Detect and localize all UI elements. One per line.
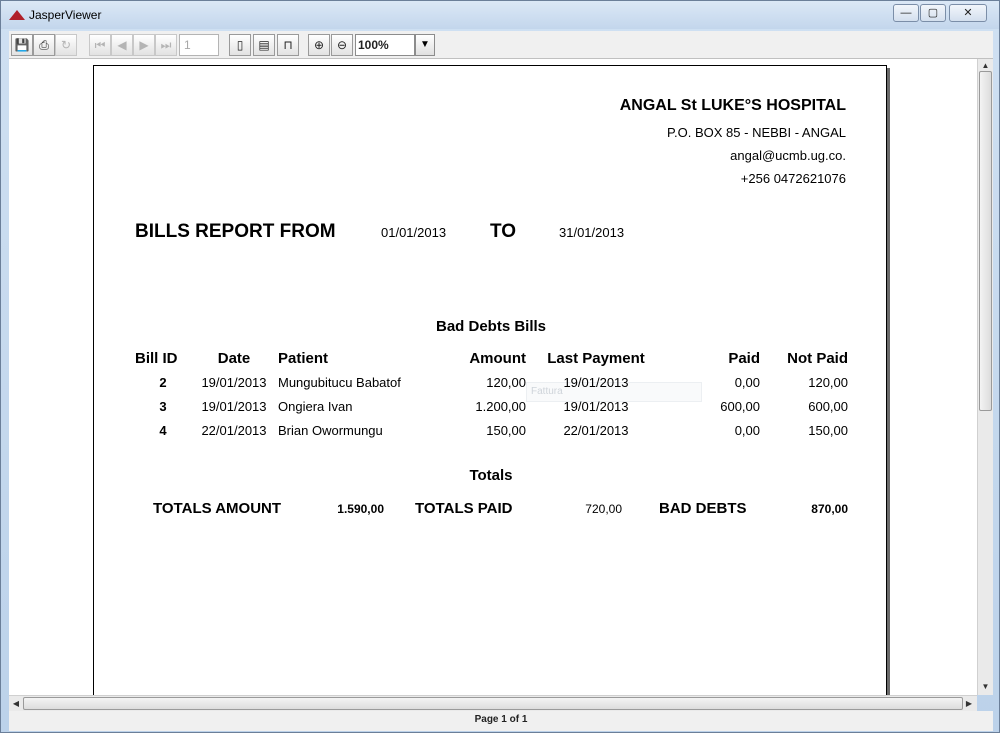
cell-not-paid: 150,00 — [808, 423, 848, 438]
fit-page-icon[interactable]: ▤ — [253, 34, 275, 56]
cell-amount: 1.200,00 — [475, 399, 526, 414]
cell-patient: Brian Owormungu — [278, 423, 383, 438]
page-status: Page 1 of 1 — [9, 711, 993, 731]
window-title: JasperViewer — [29, 8, 102, 22]
cell-paid: 600,00 — [720, 399, 760, 414]
totals-paid-value: 720,00 — [585, 502, 622, 516]
cell-bill-id: 2 — [159, 375, 167, 390]
horizontal-scroll-thumb[interactable] — [23, 697, 963, 710]
report-to-label: TO — [490, 221, 517, 242]
jasper-viewer-window: JasperViewer — ▢ ✕ 💾 ⎙ ↻ ⏮ ◀ ▶ ⏭ 1 ▯ ▤ ⊓… — [0, 0, 1000, 733]
cell-date: 19/01/2013 — [201, 375, 267, 390]
column-header-last-payment: Last Payment — [547, 350, 645, 367]
previous-page-icon[interactable]: ◀ — [111, 34, 133, 56]
print-icon[interactable]: ⎙ — [33, 34, 55, 56]
cell-patient: Ongiera Ivan — [278, 399, 353, 414]
totals-amount-value: 1.590,00 — [337, 502, 384, 516]
first-page-icon[interactable]: ⏮ — [89, 34, 111, 56]
horizontal-scrollbar[interactable]: ◀ ▶ — [9, 695, 977, 711]
jasper-app-icon — [9, 10, 25, 20]
vertical-scroll-thumb[interactable] — [979, 71, 992, 411]
report-viewport[interactable]: ANGAL St LUKE°S HOSPITAL P.O. BOX 85 - N… — [9, 59, 977, 695]
bad-debts-label: BAD DEBTS — [659, 500, 747, 517]
report-from-date: 01/01/2013 — [381, 225, 447, 240]
column-header-date: Date — [217, 350, 251, 367]
hospital-name: ANGAL St LUKE°S HOSPITAL — [619, 97, 846, 114]
hospital-email: angal@ucmb.ug.co. — [730, 148, 846, 163]
totals-paid-label: TOTALS PAID — [415, 500, 513, 517]
scroll-right-arrow-icon[interactable]: ▶ — [962, 696, 976, 711]
column-header-not-paid: Not Paid — [787, 350, 848, 367]
scroll-left-arrow-icon[interactable]: ◀ — [9, 696, 23, 711]
section-title: Bad Debts Bills — [435, 318, 547, 335]
cell-not-paid: 120,00 — [808, 375, 848, 390]
column-header-amount: Amount — [469, 350, 526, 367]
vertical-scrollbar[interactable]: ▲ ▼ — [977, 59, 993, 695]
report-to-date: 31/01/2013 — [559, 225, 625, 240]
cell-last-payment: 19/01/2013 — [563, 375, 629, 390]
scroll-down-arrow-icon[interactable]: ▼ — [978, 680, 993, 694]
minimize-button[interactable]: — — [893, 4, 919, 22]
totals-amount-label: TOTALS AMOUNT — [153, 500, 282, 517]
cell-amount: 120,00 — [486, 375, 526, 390]
cell-not-paid: 600,00 — [808, 399, 848, 414]
maximize-button[interactable]: ▢ — [920, 4, 946, 22]
reload-icon[interactable]: ↻ — [55, 34, 77, 56]
report-page: ANGAL St LUKE°S HOSPITAL P.O. BOX 85 - N… — [93, 65, 887, 695]
close-button[interactable]: ✕ — [949, 4, 987, 22]
cell-bill-id: 4 — [159, 423, 167, 438]
zoom-in-icon[interactable]: ⊕ — [308, 34, 330, 56]
next-page-icon[interactable]: ▶ — [133, 34, 155, 56]
report-title-from-label: BILLS REPORT FROM — [135, 221, 336, 242]
cell-paid: 0,00 — [734, 375, 760, 390]
last-page-icon[interactable]: ⏭ — [155, 34, 177, 56]
save-icon[interactable]: 💾 — [11, 34, 33, 56]
hospital-address: P.O. BOX 85 - NEBBI - ANGAL — [667, 125, 846, 140]
cell-last-payment: 19/01/2013 — [563, 399, 629, 414]
zoom-out-icon[interactable]: ⊖ — [331, 34, 353, 56]
actual-size-icon[interactable]: ▯ — [229, 34, 251, 56]
cell-paid: 0,00 — [734, 423, 760, 438]
column-header-paid: Paid — [728, 350, 760, 367]
cell-last-payment: 22/01/2013 — [563, 423, 629, 438]
cell-bill-id: 3 — [159, 399, 167, 414]
hospital-phone: +256 0472621076 — [740, 171, 846, 186]
cell-patient: Mungubitucu Babatof — [278, 375, 401, 390]
cell-amount: 150,00 — [486, 423, 526, 438]
fit-width-icon[interactable]: ⊓ — [277, 34, 299, 56]
viewer-toolbar: 💾 ⎙ ↻ ⏮ ◀ ▶ ⏭ 1 ▯ ▤ ⊓ ⊕ ⊖ 100% ▼ — [9, 31, 993, 59]
zoom-level-input[interactable]: 100% — [355, 34, 415, 56]
column-header-patient: Patient — [278, 350, 329, 367]
totals-title: Totals — [469, 467, 513, 484]
zoom-dropdown-chevron-down-icon[interactable]: ▼ — [415, 34, 435, 56]
page-number-input[interactable]: 1 — [179, 34, 219, 56]
cell-date: 22/01/2013 — [201, 423, 267, 438]
bad-debts-value: 870,00 — [811, 502, 848, 516]
cell-date: 19/01/2013 — [201, 399, 267, 414]
title-bar: JasperViewer — ▢ ✕ — [1, 1, 999, 29]
column-header-bill-id: Bill ID — [135, 350, 178, 367]
